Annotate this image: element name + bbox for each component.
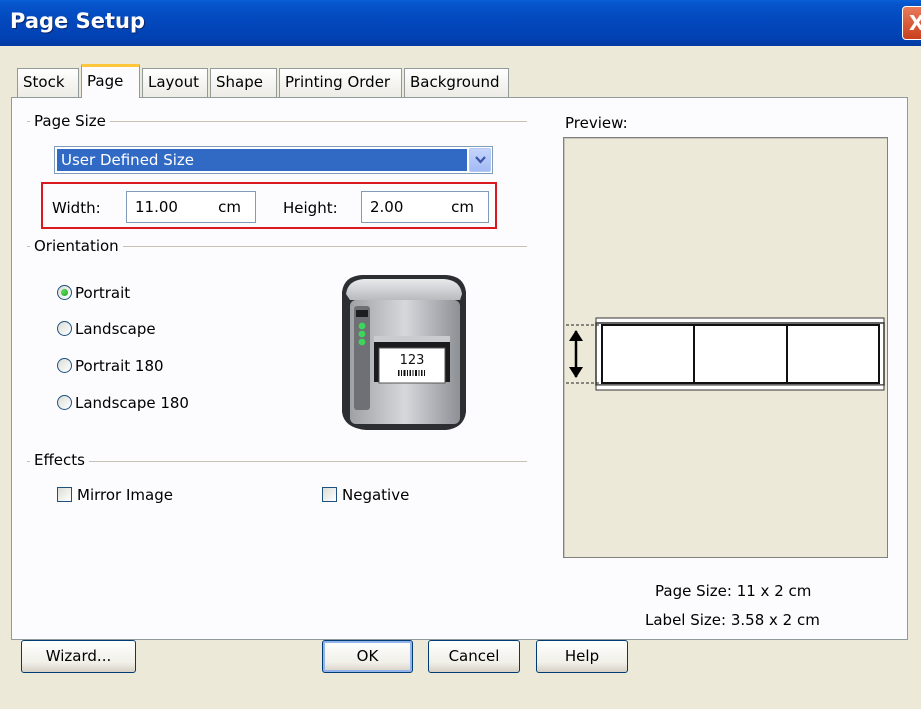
mirror-image-checkbox[interactable]: Mirror Image [57, 486, 187, 506]
checkbox-box[interactable] [57, 487, 72, 502]
label-size-info: Label Size: 3.58 x 2 cm [645, 611, 820, 629]
width-input[interactable]: 11.00 cm [126, 191, 256, 223]
window-title: Page Setup [10, 9, 145, 33]
orientation-heading: Orientation [30, 237, 123, 255]
height-value: 2.00 [370, 198, 404, 216]
page-size-info: Page Size: 11 x 2 cm [655, 582, 812, 600]
radio-label: Landscape [75, 320, 156, 338]
width-unit: cm [218, 198, 241, 216]
page-size-heading: Page Size [30, 112, 110, 130]
radio-button[interactable] [57, 358, 72, 373]
tab-page[interactable]: Page [81, 64, 140, 98]
preview-heading: Preview: [565, 114, 628, 132]
effects-heading: Effects [30, 451, 89, 469]
dropdown-arrow-button[interactable] [469, 148, 491, 172]
cancel-button[interactable]: Cancel [428, 640, 520, 673]
effects-divider [27, 461, 527, 462]
radio-label: Landscape 180 [75, 394, 189, 412]
radio-portrait-180[interactable]: Portrait 180 [57, 357, 197, 377]
title-bar: Page Setup X [0, 0, 921, 46]
page-size-selected-value: User Defined Size [57, 149, 467, 171]
preview-pane [563, 137, 888, 558]
height-input[interactable]: 2.00 cm [361, 191, 489, 223]
radio-button[interactable] [57, 321, 72, 336]
tab-layout[interactable]: Layout [142, 68, 208, 97]
close-button[interactable]: X [902, 6, 921, 40]
close-icon: X [909, 11, 921, 35]
label-printer-icon: 123 [342, 275, 466, 430]
checkbox-label: Mirror Image [77, 486, 173, 504]
tab-stock[interactable]: Stock [17, 68, 79, 97]
tab-background[interactable]: Background [404, 68, 509, 97]
height-label: Height: [283, 199, 338, 217]
help-button[interactable]: Help [536, 640, 628, 673]
ok-button[interactable]: OK [322, 640, 413, 673]
label-preview-graphic [566, 317, 885, 391]
tab-printing-order[interactable]: Printing Order [279, 68, 402, 97]
radio-button[interactable] [57, 285, 72, 300]
radio-button[interactable] [57, 395, 72, 410]
radio-landscape[interactable]: Landscape [57, 320, 197, 340]
tab-shape[interactable]: Shape [210, 68, 277, 97]
height-unit: cm [451, 198, 474, 216]
width-label: Width: [52, 199, 101, 217]
printer-label-number: 123 [400, 353, 425, 368]
radio-label: Portrait [75, 284, 131, 302]
negative-checkbox[interactable]: Negative [322, 486, 432, 506]
radio-landscape-180[interactable]: Landscape 180 [57, 394, 217, 414]
checkbox-label: Negative [342, 486, 410, 504]
page-size-dropdown[interactable]: User Defined Size [54, 146, 493, 174]
wizard-button[interactable]: Wizard... [21, 640, 136, 673]
radio-label: Portrait 180 [75, 357, 164, 375]
checkbox-box[interactable] [322, 487, 337, 502]
radio-portrait[interactable]: Portrait [57, 284, 197, 304]
width-value: 11.00 [135, 198, 178, 216]
chevron-down-icon [475, 156, 486, 164]
